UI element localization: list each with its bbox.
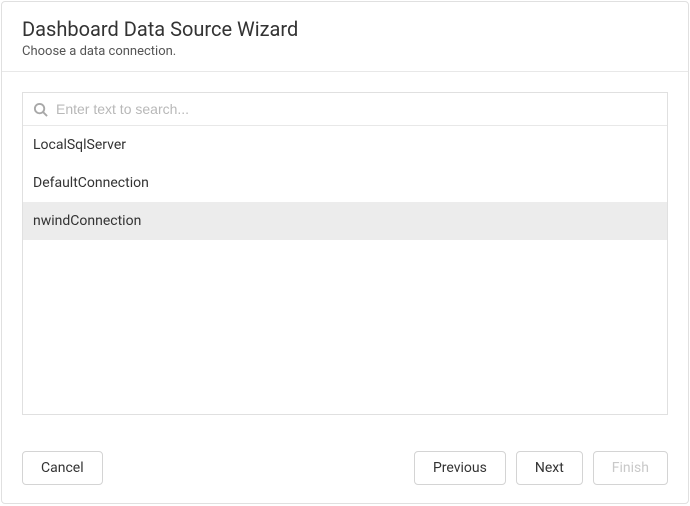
connections-items: LocalSqlServer DefaultConnection nwindCo…: [23, 126, 667, 414]
connections-list-container: LocalSqlServer DefaultConnection nwindCo…: [22, 92, 668, 415]
wizard-body: LocalSqlServer DefaultConnection nwindCo…: [2, 72, 688, 435]
list-item-label: nwindConnection: [33, 213, 141, 229]
wizard-title: Dashboard Data Source Wizard: [22, 16, 668, 42]
search-row: [23, 93, 667, 126]
next-button[interactable]: Next: [516, 451, 583, 485]
search-icon: [33, 102, 48, 117]
wizard-dialog: Dashboard Data Source Wizard Choose a da…: [1, 1, 689, 504]
search-input[interactable]: [56, 101, 657, 117]
list-item[interactable]: nwindConnection: [23, 202, 667, 240]
wizard-footer: Cancel Previous Next Finish: [2, 435, 688, 503]
list-item-label: DefaultConnection: [33, 175, 149, 191]
cancel-button[interactable]: Cancel: [22, 451, 103, 485]
wizard-subtitle: Choose a data connection.: [22, 44, 668, 59]
wizard-header: Dashboard Data Source Wizard Choose a da…: [2, 2, 688, 72]
finish-button: Finish: [593, 451, 668, 485]
list-item[interactable]: DefaultConnection: [23, 164, 667, 202]
list-item-label: LocalSqlServer: [33, 137, 126, 153]
previous-button[interactable]: Previous: [414, 451, 506, 485]
list-item[interactable]: LocalSqlServer: [23, 126, 667, 164]
